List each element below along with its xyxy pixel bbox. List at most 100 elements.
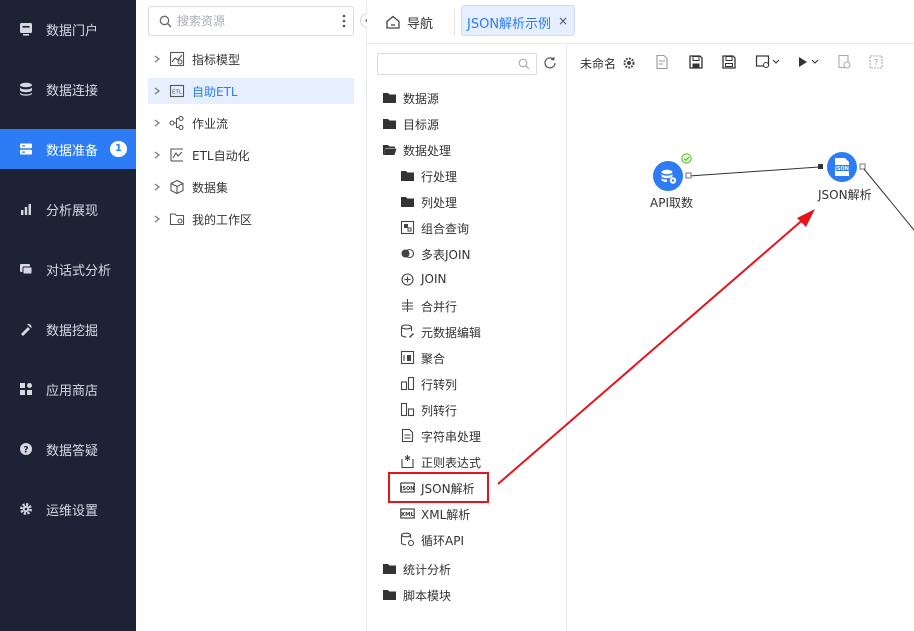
api-database-icon <box>661 169 677 184</box>
workspace-icon <box>169 213 185 226</box>
tree-item-workflow[interactable]: 作业流 <box>148 110 354 136</box>
question-icon: ? <box>20 443 32 456</box>
dataset-cube-icon <box>170 179 184 195</box>
nav-item-data-portal[interactable]: 数据门户 <box>0 9 136 49</box>
nav-item-data-preparation[interactable]: 数据准备 1 <box>0 129 136 169</box>
op-item-json-parse[interactable]: JSON JSON解析 <box>400 476 550 500</box>
op-folder-label: 脚本模块 <box>403 589 452 603</box>
etl-canvas[interactable]: 未命名 ? API取数 JSON JSON解析 <box>568 45 914 631</box>
flow-connectors <box>685 163 914 231</box>
resource-tree-panel: 指标模型 ETL 自助ETL 作业流 ETL自动化 数据集 我的工作区 <box>136 0 367 631</box>
multi-join-icon <box>401 248 415 259</box>
nav-item-data-mining[interactable]: 数据挖掘 <box>0 309 136 349</box>
operator-panel: 数据源 目标源 数据处理 行处理 列处理 组合查询 多表JOIN JOIN 合并… <box>367 45 567 631</box>
chevron-right-icon[interactable] <box>153 55 161 63</box>
nav-item-label: 对话式分析 <box>46 264 112 279</box>
op-item-multi-table-join[interactable]: 多表JOIN <box>400 242 550 266</box>
op-item-label: JSON解析 <box>421 482 475 496</box>
op-item-merge-rows[interactable]: 合并行 <box>400 294 550 318</box>
op-item-metadata-edit[interactable]: 元数据编辑 <box>400 320 550 344</box>
op-item-string-process[interactable]: 字符串处理 <box>400 424 550 448</box>
folder-icon <box>383 564 396 574</box>
folder-icon <box>383 590 396 600</box>
resource-search[interactable] <box>148 6 354 36</box>
op-item-label: 组合查询 <box>421 222 470 236</box>
column-to-row-icon <box>400 402 415 417</box>
combined-query-icon <box>400 220 415 235</box>
tree-item-metric-model[interactable]: 指标模型 <box>148 46 354 72</box>
tree-item-dataset[interactable]: 数据集 <box>148 174 354 200</box>
folder-icon <box>383 93 396 103</box>
merge-rows-icon <box>402 299 413 312</box>
flow-node-json-parse[interactable]: JSON JSON解析 <box>818 152 892 202</box>
operator-search[interactable] <box>377 53 537 75</box>
success-check-icon <box>681 153 692 164</box>
folder-icon <box>401 171 414 181</box>
notification-badge: 1 <box>110 141 127 157</box>
op-folder-statistical-analysis[interactable]: 统计分析 <box>382 557 552 581</box>
op-item-row-process[interactable]: 行处理 <box>400 164 550 188</box>
more-options-icon[interactable] <box>341 13 347 29</box>
op-folder-data-source[interactable]: 数据源 <box>382 86 552 110</box>
operator-search-input[interactable] <box>382 56 512 72</box>
chevron-right-icon[interactable] <box>153 87 161 95</box>
home-icon <box>386 15 400 29</box>
tab-json-parse-example[interactable]: JSON解析示例 × <box>461 5 575 36</box>
join-plus-icon <box>401 273 414 286</box>
op-item-label: 字符串处理 <box>421 430 482 444</box>
metadata-edit-icon <box>400 324 414 338</box>
nav-item-analysis[interactable]: 分析展现 <box>0 189 136 229</box>
op-folder-label: 统计分析 <box>403 563 452 577</box>
tree-item-label: 我的工作区 <box>192 213 253 227</box>
op-item-row-to-column[interactable]: 行转列 <box>400 372 550 396</box>
chevron-right-icon[interactable] <box>153 183 161 191</box>
row-to-column-icon <box>400 376 415 391</box>
nav-item-label: 数据准备 <box>46 144 99 159</box>
tree-item-my-workspace[interactable]: 我的工作区 <box>148 206 354 232</box>
op-item-join[interactable]: JOIN <box>400 268 550 292</box>
tree-item-label: 数据集 <box>192 181 229 195</box>
node-label: JSON解析 <box>818 188 872 202</box>
portal-icon <box>20 23 32 36</box>
op-item-aggregate[interactable]: 聚合 <box>400 346 550 370</box>
tab-home[interactable]: 导航 <box>385 9 433 35</box>
json-parse-node-icon: JSON <box>834 158 850 176</box>
tree-item-etl-automation[interactable]: ETL自动化 <box>148 142 354 168</box>
op-item-label: 行处理 <box>421 170 458 184</box>
loop-api-icon <box>400 532 415 547</box>
op-folder-target-source[interactable]: 目标源 <box>382 112 552 136</box>
chevron-right-icon[interactable] <box>153 151 161 159</box>
pickaxe-icon <box>21 323 32 336</box>
op-item-combined-query[interactable]: 组合查询 <box>400 216 550 240</box>
workflow-icon <box>169 115 184 131</box>
op-item-loop-api[interactable]: 循环API <box>400 528 550 552</box>
search-icon <box>518 58 530 70</box>
close-icon[interactable]: × <box>558 14 568 28</box>
nav-item-data-qa[interactable]: ? 数据答疑 <box>0 429 136 469</box>
chevron-right-icon[interactable] <box>153 215 161 223</box>
chat-icon <box>20 264 33 275</box>
op-item-label: JOIN <box>421 272 447 286</box>
op-item-column-to-row[interactable]: 列转行 <box>400 398 550 422</box>
nav-item-label: 数据连接 <box>46 84 99 99</box>
op-item-column-process[interactable]: 列处理 <box>400 190 550 214</box>
nav-item-data-connection[interactable]: 数据连接 <box>0 69 136 109</box>
tree-item-self-service-etl[interactable]: ETL 自助ETL <box>148 78 354 104</box>
op-item-label: 正则表达式 <box>421 456 482 470</box>
op-folder-script-module[interactable]: 脚本模块 <box>382 583 552 607</box>
op-item-xml-parse[interactable]: XML XML解析 <box>400 502 550 526</box>
nav-item-app-store[interactable]: 应用商店 <box>0 369 136 409</box>
nav-item-conversational-analysis[interactable]: 对话式分析 <box>0 249 136 289</box>
nav-item-label: 数据门户 <box>46 24 99 39</box>
chevron-right-icon[interactable] <box>153 119 161 127</box>
nav-item-ops-settings[interactable]: 运维设置 <box>0 489 136 529</box>
refresh-icon[interactable] <box>543 56 557 70</box>
op-item-regex[interactable]: 正则表达式 <box>400 450 550 474</box>
metric-model-icon <box>169 51 185 67</box>
resource-search-input[interactable] <box>177 12 327 30</box>
op-folder-data-processing[interactable]: 数据处理 <box>382 138 552 162</box>
app-root: 数据门户 数据连接 数据准备 1 分析展现 对话式分析 数据挖掘 应用商店 ? <box>0 0 914 631</box>
tree-item-label: 作业流 <box>192 117 229 131</box>
svg-text:ETL: ETL <box>172 90 183 96</box>
flow-node-api-fetch[interactable]: API取数 <box>650 153 712 210</box>
